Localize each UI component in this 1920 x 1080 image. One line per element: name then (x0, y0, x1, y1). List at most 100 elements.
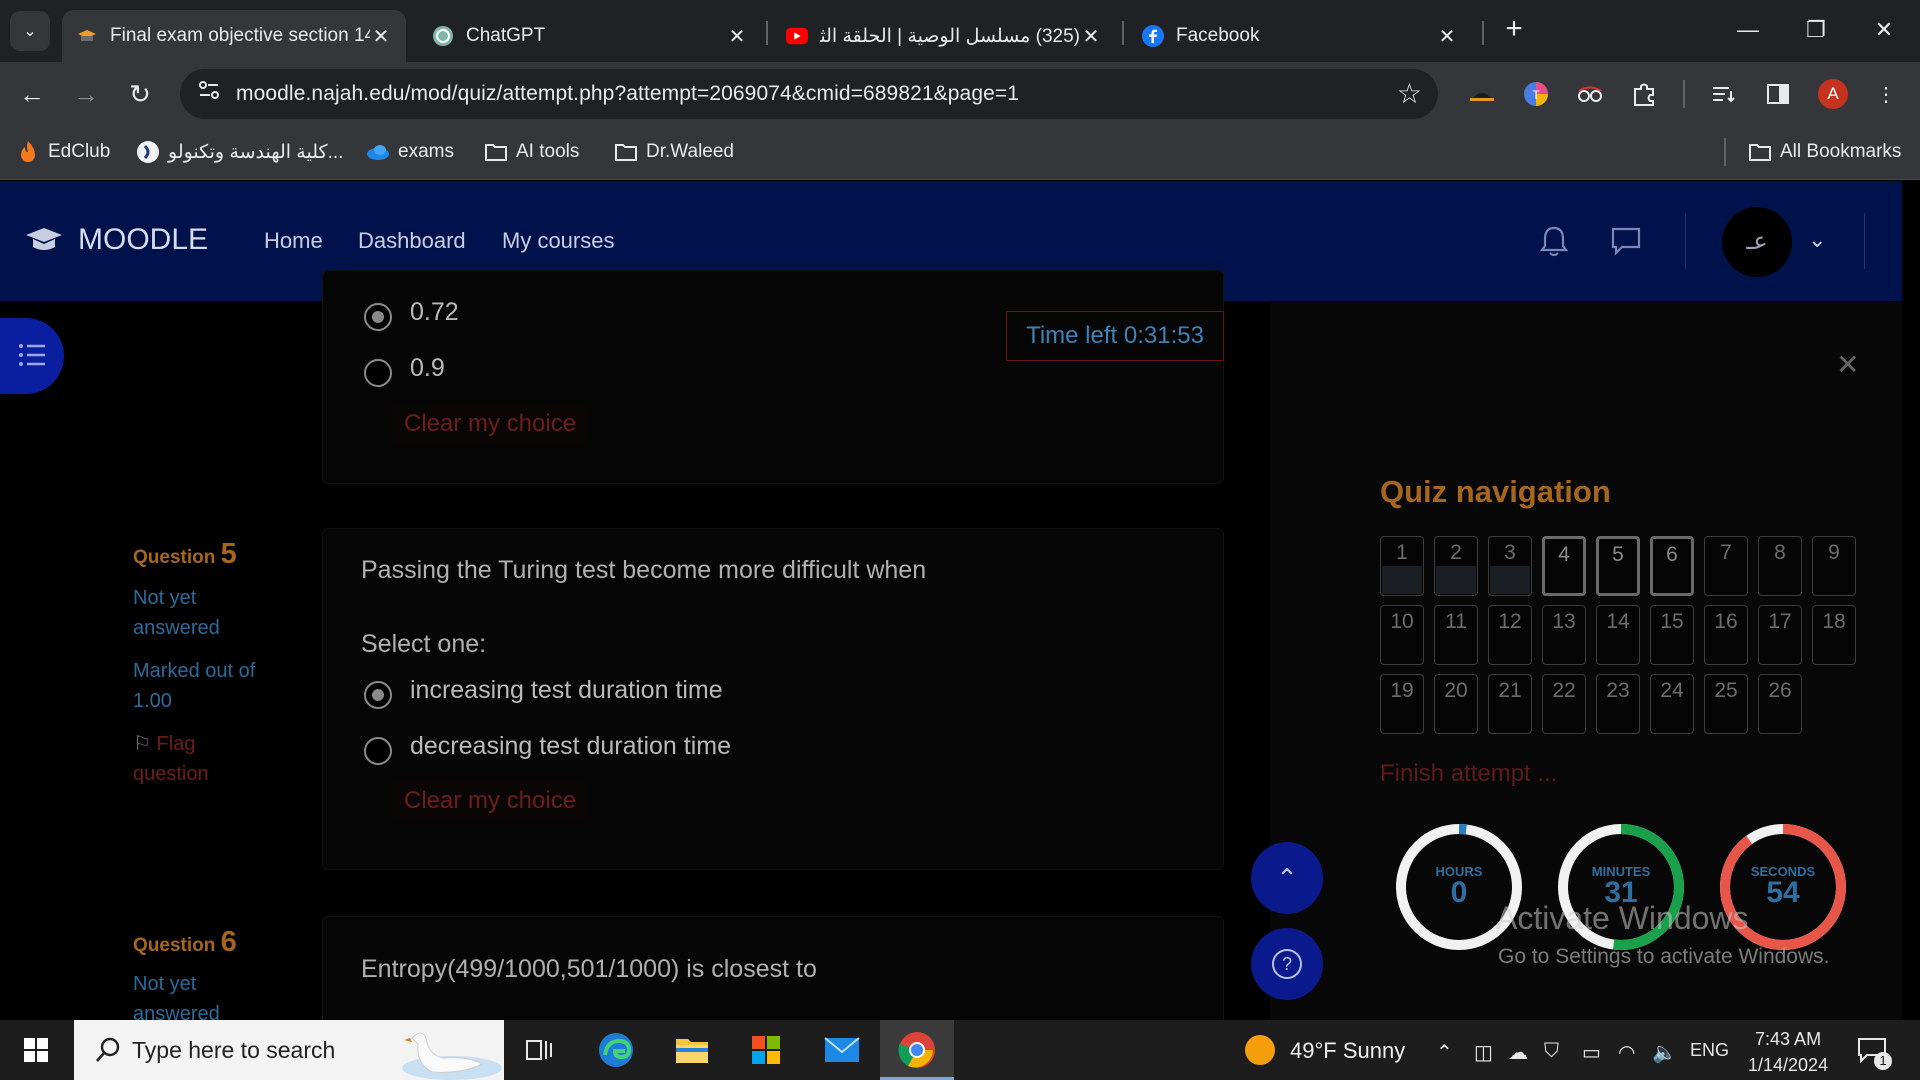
quiz-nav-button-20[interactable]: 20 (1434, 674, 1478, 734)
nav-my-courses[interactable]: My courses (502, 228, 614, 254)
file-explorer-icon[interactable] (670, 1028, 714, 1072)
weather-text[interactable]: 49°F Sunny (1290, 1038, 1405, 1064)
clear-choice-button[interactable]: Clear my choice (392, 781, 589, 821)
bookmark-edclub[interactable]: EdClub (16, 136, 110, 168)
quiz-nav-button-10[interactable]: 10 (1380, 605, 1424, 665)
battery-icon[interactable]: ▭ (1582, 1040, 1601, 1065)
minimize-button[interactable]: — (1728, 12, 1768, 48)
quiz-nav-button-23[interactable]: 23 (1596, 674, 1640, 734)
tab-search-button[interactable]: ⌄ (10, 11, 50, 51)
option-radio[interactable] (364, 737, 392, 765)
quiz-nav-button-15[interactable]: 15 (1650, 605, 1694, 665)
user-avatar[interactable]: عـ (1722, 207, 1792, 277)
tab-chatgpt[interactable]: ChatGPT ✕ (418, 10, 762, 62)
option-radio[interactable] (364, 681, 392, 709)
quiz-nav-button-2[interactable]: 2 (1434, 536, 1478, 596)
bookmark-exams[interactable]: exams (366, 136, 454, 168)
help-button[interactable]: ? (1251, 928, 1323, 1000)
bookmark-engineering[interactable]: كلية الهندسة وتكنولو... (136, 136, 343, 168)
flag-question-link[interactable]: ⚐ Flag question (133, 729, 209, 789)
quiz-nav-button-5[interactable]: 5 (1596, 536, 1640, 596)
notification-center-button[interactable]: 1 (1850, 1028, 1894, 1072)
scroll-to-top-button[interactable]: ⌃ (1251, 842, 1323, 914)
taskbar-clock[interactable]: 7:43 AM 1/14/2024 (1748, 1026, 1828, 1078)
browser-menu-icon[interactable]: ⋮ (1870, 78, 1902, 110)
meet-now-icon[interactable]: ◫ (1474, 1040, 1493, 1065)
new-tab-button[interactable]: + (1496, 12, 1532, 48)
quiz-nav-button-26[interactable]: 26 (1758, 674, 1802, 734)
bookmark-folder-ai-tools[interactable]: AI tools (484, 136, 579, 168)
address-bar[interactable]: moodle.najah.edu/mod/quiz/attempt.php?at… (180, 69, 1438, 119)
tab-final-exam[interactable]: Final exam objective section 14 ✕ (62, 10, 406, 62)
quiz-nav-button-19[interactable]: 19 (1380, 674, 1424, 734)
course-index-toggle[interactable] (0, 318, 64, 394)
clear-choice-button[interactable]: Clear my choice (392, 404, 589, 444)
close-tab-icon[interactable]: ✕ (1436, 24, 1458, 49)
notifications-bell-icon[interactable] (1536, 223, 1572, 259)
weather-sun-icon[interactable] (1238, 1028, 1282, 1072)
option-label[interactable]: 0.9 (410, 354, 445, 383)
edge-browser-icon[interactable] (594, 1028, 638, 1072)
onedrive-icon[interactable]: ☁ (1508, 1040, 1528, 1065)
option-radio[interactable] (364, 359, 392, 387)
messages-icon[interactable] (1608, 223, 1644, 259)
quiz-nav-button-7[interactable]: 7 (1704, 536, 1748, 596)
extension-fedora-icon[interactable] (1466, 78, 1498, 110)
all-bookmarks-button[interactable]: All Bookmarks (1748, 136, 1901, 168)
nav-dashboard[interactable]: Dashboard (358, 228, 466, 254)
quiz-nav-button-6[interactable]: 6 (1650, 536, 1694, 596)
security-alert-icon[interactable]: ⛉ (1544, 1040, 1559, 1063)
mail-icon[interactable] (820, 1028, 864, 1072)
option-label[interactable]: decreasing test duration time (410, 732, 731, 761)
microsoft-store-icon[interactable] (744, 1028, 788, 1072)
quiz-nav-button-1[interactable]: 1 (1380, 536, 1424, 596)
quiz-nav-button-24[interactable]: 24 (1650, 674, 1694, 734)
quiz-nav-button-9[interactable]: 9 (1812, 536, 1856, 596)
option-label[interactable]: 0.72 (410, 298, 459, 327)
quiz-nav-button-12[interactable]: 12 (1488, 605, 1532, 665)
option-label[interactable]: increasing test duration time (410, 676, 723, 705)
extension-colorful-icon[interactable]: T (1520, 78, 1552, 110)
chrome-taskbar-button[interactable] (880, 1020, 954, 1080)
nav-home[interactable]: Home (264, 228, 323, 254)
tab-youtube[interactable]: (325) مسلسل الوصية | الحلقة الثا ✕ (772, 10, 1116, 62)
bookmark-star-icon[interactable]: ☆ (1397, 77, 1422, 110)
quiz-nav-button-22[interactable]: 22 (1542, 674, 1586, 734)
close-tab-icon[interactable]: ✕ (370, 24, 392, 49)
site-settings-icon[interactable] (194, 79, 224, 109)
finish-attempt-link[interactable]: Finish attempt ... (1380, 760, 1557, 788)
quiz-nav-button-13[interactable]: 13 (1542, 605, 1586, 665)
task-view-icon[interactable] (518, 1028, 562, 1072)
back-button[interactable]: ← (14, 76, 50, 112)
forward-button[interactable]: → (68, 76, 104, 112)
language-indicator[interactable]: ENG (1690, 1040, 1729, 1061)
reload-button[interactable]: ↻ (122, 76, 158, 112)
quiz-nav-button-8[interactable]: 8 (1758, 536, 1802, 596)
volume-icon[interactable]: 🔈 (1652, 1040, 1677, 1065)
quiz-nav-button-11[interactable]: 11 (1434, 605, 1478, 665)
extension-glasses-icon[interactable] (1574, 78, 1606, 110)
side-panel-icon[interactable] (1762, 78, 1794, 110)
quiz-nav-button-21[interactable]: 21 (1488, 674, 1532, 734)
taskbar-search-box[interactable]: Type here to search (74, 1020, 504, 1080)
tab-facebook[interactable]: Facebook ✕ (1128, 10, 1472, 62)
reading-list-icon[interactable] (1708, 78, 1740, 110)
restore-button[interactable]: ❐ (1796, 12, 1836, 48)
bookmark-folder-dr-waleed[interactable]: Dr.Waleed (614, 136, 734, 168)
page-scrollbar[interactable] (1902, 181, 1920, 1020)
user-menu-chevron-icon[interactable]: ⌄ (1808, 227, 1826, 253)
quiz-nav-button-25[interactable]: 25 (1704, 674, 1748, 734)
quiz-nav-button-4[interactable]: 4 (1542, 536, 1586, 596)
wifi-icon[interactable]: ◠ (1618, 1040, 1635, 1065)
close-tab-icon[interactable]: ✕ (726, 24, 748, 49)
profile-avatar[interactable]: A (1818, 79, 1848, 109)
close-drawer-icon[interactable]: ✕ (1836, 348, 1859, 381)
close-window-button[interactable]: ✕ (1864, 12, 1904, 48)
quiz-nav-button-17[interactable]: 17 (1758, 605, 1802, 665)
quiz-nav-button-16[interactable]: 16 (1704, 605, 1748, 665)
quiz-nav-button-14[interactable]: 14 (1596, 605, 1640, 665)
moodle-brand[interactable]: MOODLE (24, 223, 208, 257)
tray-chevron-up-icon[interactable]: ⌃ (1436, 1040, 1453, 1065)
option-radio[interactable] (364, 303, 392, 331)
extensions-puzzle-icon[interactable] (1628, 78, 1660, 110)
